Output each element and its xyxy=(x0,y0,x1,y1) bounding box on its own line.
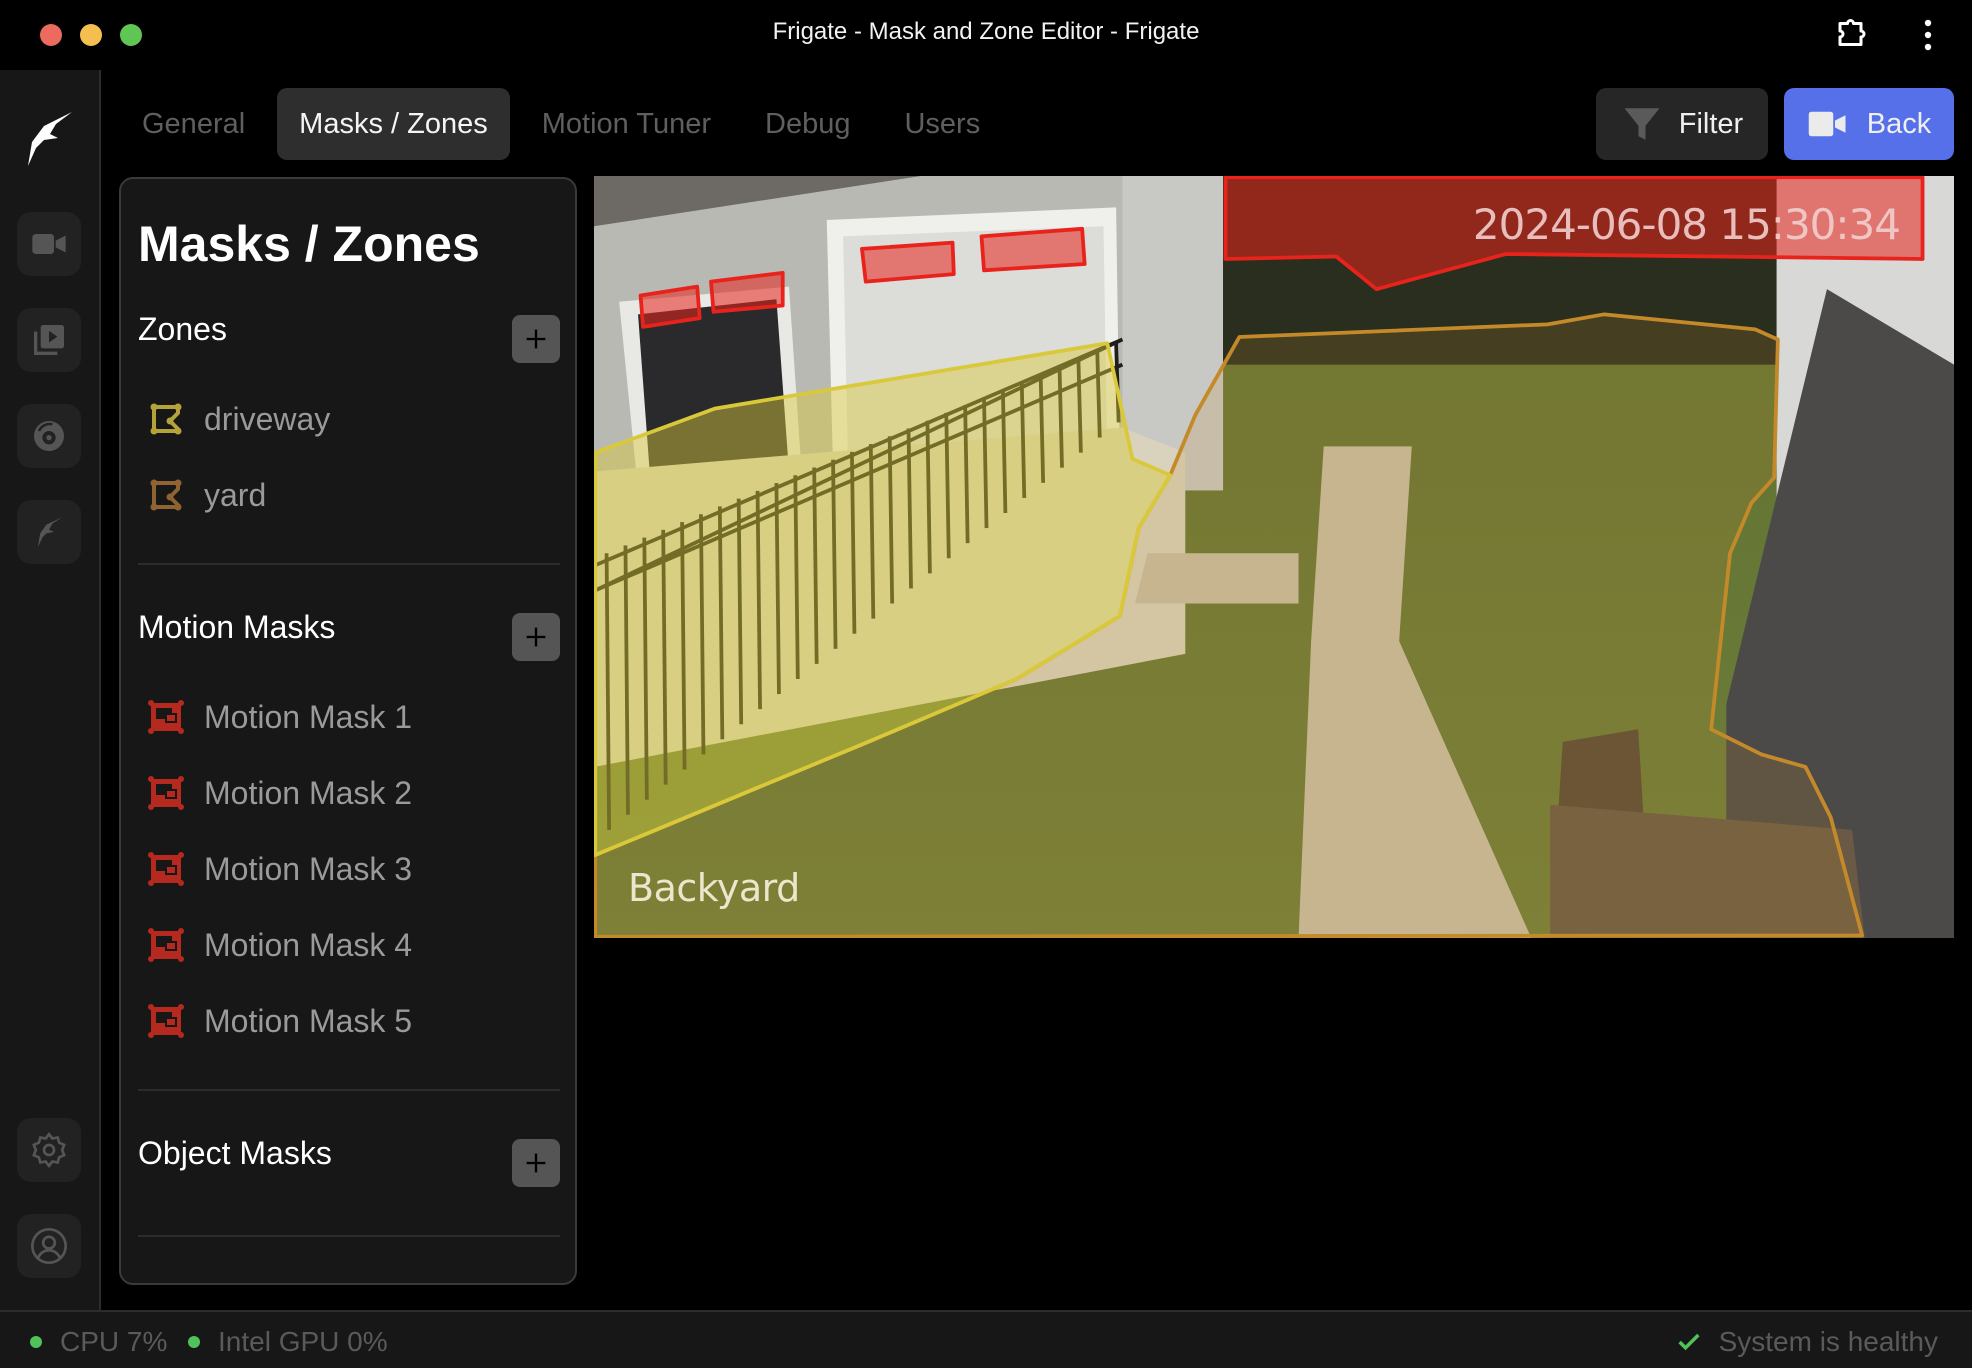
motion-mask-label: Motion Mask 2 xyxy=(204,774,413,811)
sidebar-item-review[interactable] xyxy=(17,308,81,372)
tab-masks-zones[interactable]: Masks / Zones xyxy=(277,88,510,160)
gpu-usage: Intel GPU 0% xyxy=(218,1326,388,1357)
motion-mask-label: Motion Mask 1 xyxy=(204,698,413,735)
zone-item-yard[interactable]: yard xyxy=(146,470,266,520)
frigate-bird-icon xyxy=(37,517,63,547)
filter-funnel-icon xyxy=(1624,108,1660,140)
cpu-status-dot xyxy=(30,1336,42,1348)
zones-heading: Zones xyxy=(138,311,227,347)
cpu-stat[interactable]: CPU 7% xyxy=(30,1326,167,1358)
back-button[interactable]: Back xyxy=(1784,88,1954,160)
extension-puzzle-icon[interactable] xyxy=(1834,16,1870,52)
object-masks-heading: Object Masks xyxy=(138,1135,332,1171)
plus-icon xyxy=(526,329,546,349)
settings-tabs: General Masks / Zones Motion Tuner Debug… xyxy=(120,88,1012,160)
sidebar-item-events[interactable] xyxy=(17,404,81,468)
section-divider xyxy=(138,1089,560,1091)
play-library-icon xyxy=(34,325,64,355)
cpu-usage: CPU 7% xyxy=(60,1326,168,1357)
polygon-zone-icon xyxy=(150,479,182,511)
motion-mask-5[interactable] xyxy=(979,226,1087,273)
zone-item-driveway[interactable]: driveway xyxy=(146,394,330,444)
camera-preview[interactable]: 2024-06-08 15:30:34 Backyard xyxy=(594,176,1954,938)
motion-mask-item[interactable]: Motion Mask 5 xyxy=(146,996,412,1046)
masks-zones-panel: Masks / Zones Zones driveway yard Motion… xyxy=(119,177,577,1285)
section-divider xyxy=(138,1235,560,1237)
back-button-label: Back xyxy=(1866,107,1932,140)
motion-mask-item[interactable]: Motion Mask 2 xyxy=(146,768,412,818)
motion-mask-item[interactable]: Motion Mask 1 xyxy=(146,692,412,742)
filter-button[interactable]: Filter xyxy=(1596,88,1768,160)
tab-debug[interactable]: Debug xyxy=(743,88,872,160)
radar-icon xyxy=(34,421,64,451)
window-titlebar: Frigate - Mask and Zone Editor - Frigate xyxy=(0,0,1972,70)
motion-mask-item[interactable]: Motion Mask 3 xyxy=(146,844,412,894)
checkmark-icon xyxy=(1678,1333,1700,1351)
video-camera-icon xyxy=(32,234,66,254)
sidebar-item-settings[interactable] xyxy=(17,1118,81,1182)
gear-icon xyxy=(32,1131,66,1169)
motion-mask-label: Motion Mask 4 xyxy=(204,926,413,963)
zone-item-label: yard xyxy=(204,476,267,513)
add-motion-mask-button[interactable] xyxy=(512,613,560,661)
motion-mask-label: Motion Mask 5 xyxy=(204,1002,413,1039)
section-divider xyxy=(138,563,560,565)
motion-mask-item[interactable]: Motion Mask 4 xyxy=(146,920,412,970)
camera-scene xyxy=(594,176,1954,938)
user-circle-icon xyxy=(31,1228,67,1264)
panel-title: Masks / Zones xyxy=(138,216,480,272)
add-zone-button[interactable] xyxy=(512,315,560,363)
tab-users[interactable]: Users xyxy=(882,88,1002,160)
motion-mask-4[interactable] xyxy=(860,240,956,284)
sidebar xyxy=(0,70,101,1310)
motion-mask-icon xyxy=(148,1004,184,1038)
zone-item-label: driveway xyxy=(204,400,331,437)
motion-mask-3[interactable] xyxy=(709,270,785,314)
motion-mask-2[interactable] xyxy=(638,284,702,329)
motion-mask-icon xyxy=(148,776,184,810)
polygon-zone-icon xyxy=(150,403,182,435)
plus-icon xyxy=(526,627,546,647)
status-bar: CPU 7% Intel GPU 0% System is healthy xyxy=(0,1310,1972,1368)
system-health[interactable]: System is healthy xyxy=(1675,1326,1938,1358)
filter-button-label: Filter xyxy=(1678,107,1744,140)
window-title: Frigate - Mask and Zone Editor - Frigate xyxy=(772,18,1200,45)
motion-masks-heading: Motion Masks xyxy=(138,609,336,645)
video-camera-icon xyxy=(1808,111,1846,137)
gpu-status-dot xyxy=(188,1336,200,1348)
motion-mask-label: Motion Mask 3 xyxy=(204,850,413,887)
more-vertical-icon[interactable] xyxy=(1918,18,1938,52)
motion-mask-icon xyxy=(148,700,184,734)
system-health-label: System is healthy xyxy=(1718,1326,1938,1357)
tab-motion-tuner[interactable]: Motion Tuner xyxy=(520,88,733,160)
gpu-stat[interactable]: Intel GPU 0% xyxy=(188,1326,388,1358)
camera-name-overlay: Backyard xyxy=(628,866,800,910)
camera-timestamp: 2024-06-08 15:30:34 xyxy=(1472,200,1901,249)
sidebar-item-frigate-plus[interactable] xyxy=(17,500,81,564)
sidebar-item-account[interactable] xyxy=(17,1214,81,1278)
tab-general[interactable]: General xyxy=(120,88,267,160)
sidebar-item-live[interactable] xyxy=(17,212,81,276)
add-object-mask-button[interactable] xyxy=(512,1139,560,1187)
motion-mask-icon xyxy=(148,928,184,962)
motion-mask-icon xyxy=(148,852,184,886)
frigate-logo-icon[interactable] xyxy=(22,108,78,172)
plus-icon xyxy=(526,1153,546,1173)
